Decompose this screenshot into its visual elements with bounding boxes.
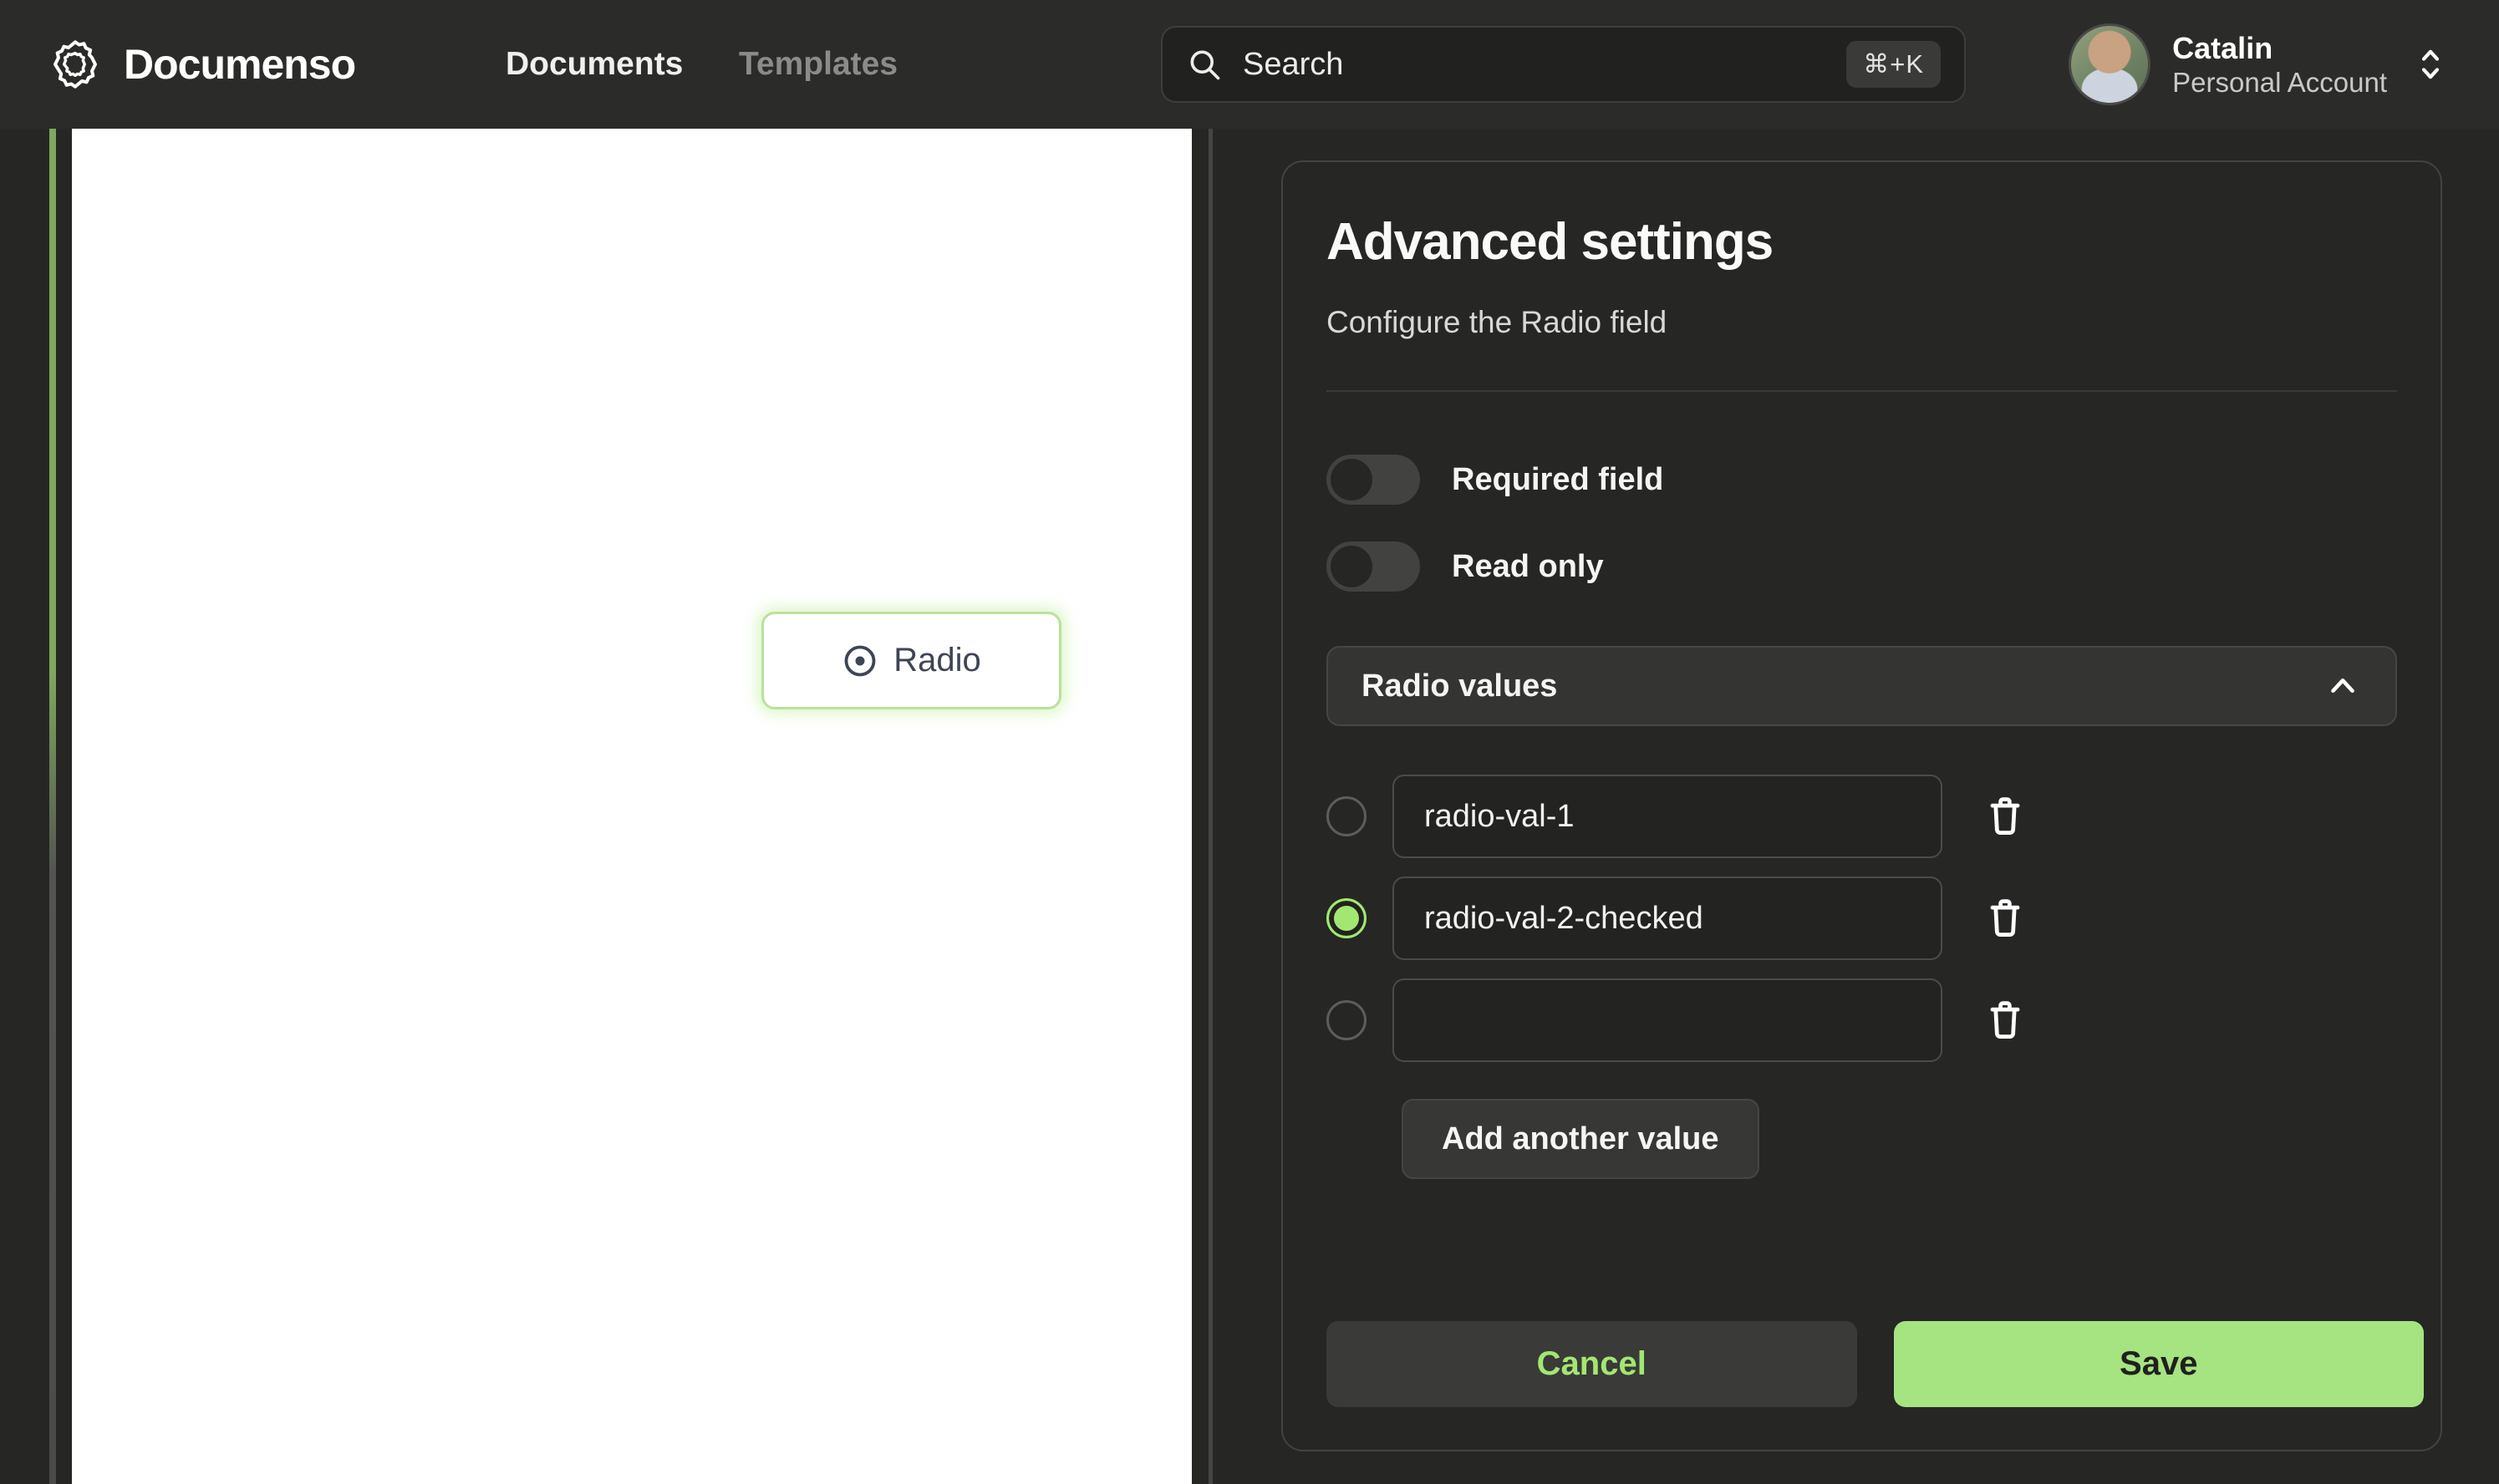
add-another-value-button[interactable]: Add another value [1402, 1099, 1759, 1179]
document-page [72, 129, 1192, 1484]
read-only-switch[interactable] [1326, 541, 1420, 592]
search-shortcut-badge: ⌘+K [1846, 41, 1941, 88]
chevron-up-icon [2331, 678, 2354, 694]
divider [1326, 390, 2397, 392]
trash-icon [1990, 1000, 2020, 1039]
nav-documents[interactable]: Documents [506, 0, 683, 129]
delete-value-button[interactable] [1982, 995, 2028, 1045]
radio-values-label: Radio values [1361, 668, 1558, 704]
advanced-settings-panel: Advanced settings Configure the Radio fi… [1281, 160, 2442, 1451]
trash-icon [1990, 796, 2020, 835]
save-button[interactable]: Save [1893, 1321, 2424, 1407]
search-icon [1190, 50, 1220, 80]
account-menu-button[interactable]: Catalin Personal Account [2069, 0, 2447, 129]
top-bar: Documenso Documents Templates ⌘+K Catali… [0, 0, 2499, 129]
radio-value-input[interactable] [1392, 877, 1942, 960]
radio-value-input[interactable] [1392, 775, 1942, 858]
read-only-toggle-row[interactable]: Read only [1326, 537, 2424, 596]
cancel-button[interactable]: Cancel [1326, 1321, 1857, 1407]
radio-values-list [1326, 775, 2424, 1062]
radio-value-input[interactable] [1392, 978, 1942, 1062]
radio-value-row [1326, 775, 2424, 858]
radio-value-row [1326, 978, 2424, 1062]
required-field-switch[interactable] [1326, 455, 1420, 505]
radio-option-selector[interactable] [1326, 898, 1367, 938]
required-field-toggle-row[interactable]: Required field [1326, 450, 2424, 509]
panel-subtitle: Configure the Radio field [1326, 305, 1667, 339]
delete-value-button[interactable] [1982, 893, 2028, 943]
radio-field-on-document[interactable]: Radio [761, 612, 1061, 709]
switch-knob [1331, 546, 1372, 587]
nav-templates[interactable]: Templates [739, 0, 898, 129]
trash-icon [1990, 898, 2020, 937]
brand-logo-link[interactable]: Documenso [48, 0, 356, 129]
radio-option-selector[interactable] [1326, 1000, 1367, 1040]
panel-title: Advanced settings [1326, 213, 1774, 271]
radio-option-selector[interactable] [1326, 796, 1367, 836]
chevron-up-down-icon [2421, 49, 2440, 79]
radio-field-label: Radio [893, 642, 981, 678]
avatar [2069, 23, 2151, 105]
radio-value-row [1326, 877, 2424, 960]
account-type: Personal Account [2172, 66, 2387, 98]
document-viewer-divider [1209, 129, 1213, 1484]
document-scroll-indicator[interactable] [49, 129, 56, 1484]
search-input[interactable] [1243, 46, 1827, 83]
delete-value-button[interactable] [1982, 791, 2028, 841]
app-root: Documenso Documents Templates ⌘+K Catali… [0, 0, 2499, 1484]
documenso-logo-icon [53, 40, 97, 89]
account-name: Catalin [2172, 30, 2273, 65]
search-bar[interactable]: ⌘+K [1161, 26, 1966, 103]
read-only-label: Read only [1452, 548, 1604, 584]
required-field-label: Required field [1452, 461, 1664, 497]
radio-circle-dot-icon [844, 645, 876, 676]
brand-name: Documenso [124, 41, 356, 88]
switch-knob [1331, 459, 1372, 501]
radio-values-section-toggle[interactable]: Radio values [1326, 646, 2397, 726]
